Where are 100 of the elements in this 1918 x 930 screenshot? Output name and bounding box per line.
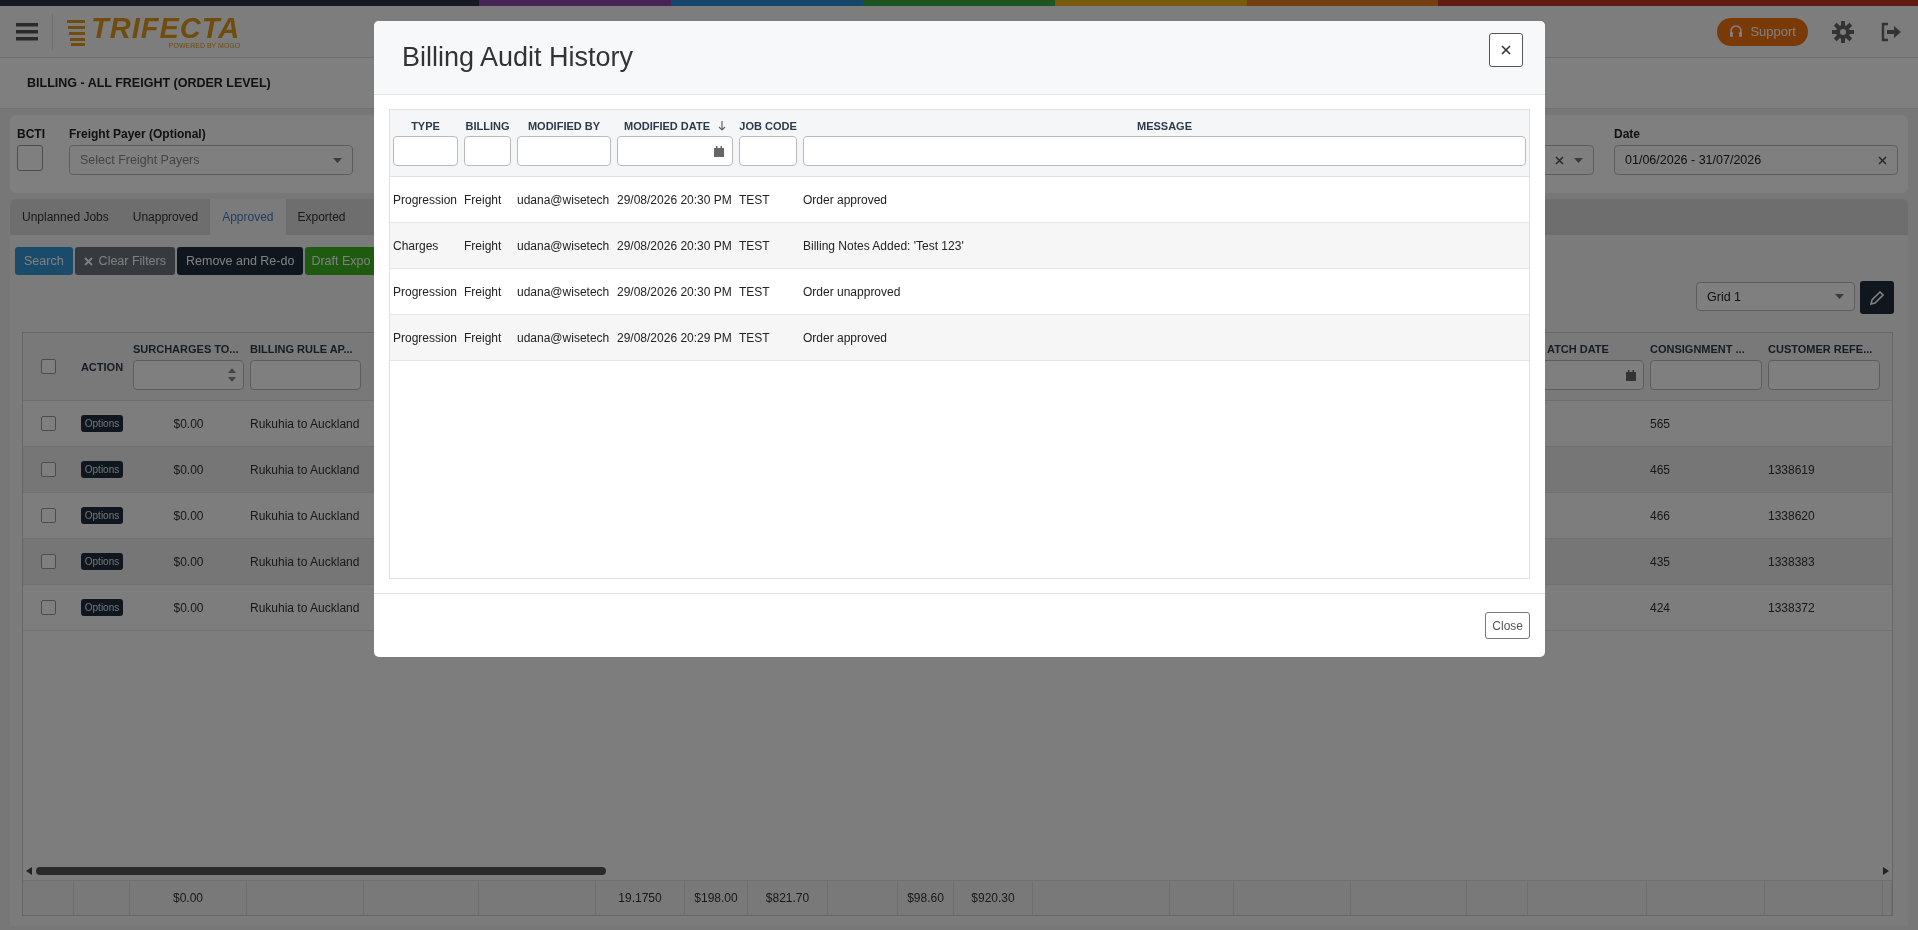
- row-checkbox[interactable]: [41, 462, 56, 477]
- grid-select[interactable]: Grid 1: [1696, 282, 1855, 311]
- row-checkbox[interactable]: [41, 600, 56, 615]
- table-cell: $0.00: [173, 416, 204, 431]
- options-button[interactable]: Options: [80, 507, 124, 524]
- table-cell: Rukuhia to Auckland: [250, 508, 360, 523]
- clear-icon[interactable]: [1555, 155, 1564, 165]
- filter-input[interactable]: [393, 136, 458, 167]
- close-button[interactable]: [1489, 32, 1523, 67]
- caret-icon: [1835, 294, 1844, 299]
- menu-icon[interactable]: [16, 22, 38, 41]
- table-cell: Rukuhia to Auckland: [250, 462, 360, 477]
- action-button[interactable]: Search: [15, 247, 73, 275]
- table-cell-text: 29/08/2026 20:29 PM: [616, 330, 733, 345]
- table-cell: Rukuhia to Auckland: [250, 416, 360, 431]
- options-button[interactable]: Options: [80, 599, 124, 616]
- table-cell: Rukuhia to Auckland: [250, 600, 360, 615]
- tab[interactable]: Exported: [285, 199, 358, 235]
- table-cell-text: Billing Notes Added: 'Test 123': [802, 238, 965, 253]
- spinner-icon[interactable]: [228, 368, 236, 382]
- pencil-icon: [1870, 290, 1884, 305]
- action-button[interactable]: Remove and Re-do: [177, 247, 304, 275]
- close-button[interactable]: Close: [1485, 612, 1530, 640]
- table-cell-text: Order approved: [802, 192, 889, 207]
- table-cell: 1338619: [1768, 462, 1815, 477]
- column-header[interactable]: MODIFIED BY: [527, 120, 601, 133]
- calendar-icon: [714, 145, 724, 157]
- scrollbar-thumb[interactable]: [36, 867, 606, 875]
- logout-icon[interactable]: [1880, 21, 1902, 42]
- column-header[interactable]: TYPE: [411, 120, 440, 133]
- table-cell-text: 29/08/2026 20:30 PM: [616, 284, 733, 299]
- action-button[interactable]: Clear Filters: [74, 247, 175, 275]
- table-cell-text: udana@wisetech: [516, 284, 611, 299]
- filter-input[interactable]: [464, 136, 511, 167]
- tab[interactable]: Unplanned Jobs: [10, 199, 121, 235]
- table-cell-text: Progression: [392, 330, 459, 345]
- bcti-checkbox[interactable]: [17, 145, 43, 171]
- table-cell-text: Freight: [463, 284, 503, 299]
- table-cell: $0.00: [173, 508, 204, 523]
- column-header[interactable]: JOB CODE: [739, 120, 797, 133]
- caret-icon: [333, 157, 342, 163]
- table-cell: 1338620: [1768, 508, 1815, 523]
- headset-icon: [1729, 24, 1744, 39]
- column-header[interactable]: BILLING RULE AP...: [250, 343, 361, 355]
- scroll-left-icon[interactable]: [26, 867, 32, 875]
- options-button[interactable]: Options: [80, 553, 124, 570]
- table-cell-text: Progression: [392, 192, 459, 207]
- filter-input[interactable]: [617, 136, 733, 167]
- table-cell-text: udana@wisetech: [516, 238, 611, 253]
- table-cell: 565: [1650, 416, 1671, 431]
- table-cell-text: TEST: [738, 192, 771, 207]
- date-label: Date: [1614, 127, 1641, 141]
- clear-icon[interactable]: [1878, 155, 1887, 165]
- close-icon: [1501, 44, 1511, 55]
- table-cell: $0.00: [173, 554, 204, 569]
- select-all-checkbox[interactable]: [41, 359, 56, 374]
- freight-payer-select[interactable]: Select Freight Payers: [69, 145, 353, 175]
- table-cell-text: 29/08/2026 20:30 PM: [616, 238, 733, 253]
- table-cell-text: Progression: [392, 284, 459, 299]
- table-cell: $0.00: [173, 462, 204, 477]
- table-cell: Rukuhia to Auckland: [250, 554, 360, 569]
- filter-input[interactable]: [739, 136, 797, 167]
- options-button[interactable]: Options: [80, 461, 124, 478]
- sort-descending-icon[interactable]: [718, 121, 726, 132]
- edit-button[interactable]: [1860, 281, 1894, 314]
- filter-input[interactable]: [803, 136, 1526, 167]
- row-checkbox[interactable]: [41, 508, 56, 523]
- filter-input[interactable]: [250, 360, 361, 390]
- column-header[interactable]: SURCHARGES TO...: [133, 343, 244, 355]
- total-cell: $198.00: [685, 881, 748, 915]
- row-checkbox[interactable]: [41, 554, 56, 569]
- options-button[interactable]: Options: [80, 415, 124, 432]
- stripes-icon: [67, 17, 85, 46]
- column-header[interactable]: CUSTOMER REFE...: [1768, 343, 1880, 355]
- scroll-right-icon[interactable]: [1883, 867, 1889, 875]
- date-range-field[interactable]: 01/06/2026 - 31/07/2026: [1614, 145, 1898, 175]
- table-cell-text: Order approved: [802, 330, 889, 345]
- settings-icon[interactable]: [1832, 20, 1854, 43]
- table-cell: 1338372: [1768, 600, 1815, 615]
- filter-input[interactable]: [1768, 360, 1880, 390]
- table-cell-text: TEST: [738, 330, 771, 345]
- table-cell-text: udana@wisetech: [516, 192, 611, 207]
- caret-icon: [1574, 157, 1583, 163]
- row-checkbox[interactable]: [41, 416, 56, 431]
- tab[interactable]: Unapproved: [120, 199, 211, 235]
- table-cell-text: TEST: [738, 238, 771, 253]
- filter-input[interactable]: [133, 360, 244, 390]
- table-cell-text: 29/08/2026 20:30 PM: [616, 192, 733, 207]
- column-header[interactable]: MESSAGE: [1137, 120, 1192, 133]
- tab[interactable]: Approved: [210, 199, 286, 235]
- filter-input[interactable]: [517, 136, 611, 167]
- table-cell-text: Freight: [463, 238, 503, 253]
- column-header[interactable]: MODIFIED DATE: [624, 120, 710, 133]
- table-cell: 1338383: [1768, 554, 1815, 569]
- close-icon: [83, 256, 93, 266]
- filter-input[interactable]: [1650, 360, 1762, 390]
- table-cell: $0.00: [173, 600, 204, 615]
- column-header[interactable]: BILLING: [465, 120, 510, 133]
- support-button[interactable]: Support: [1717, 17, 1808, 46]
- column-header[interactable]: CONSIGNMENT ...: [1650, 343, 1762, 355]
